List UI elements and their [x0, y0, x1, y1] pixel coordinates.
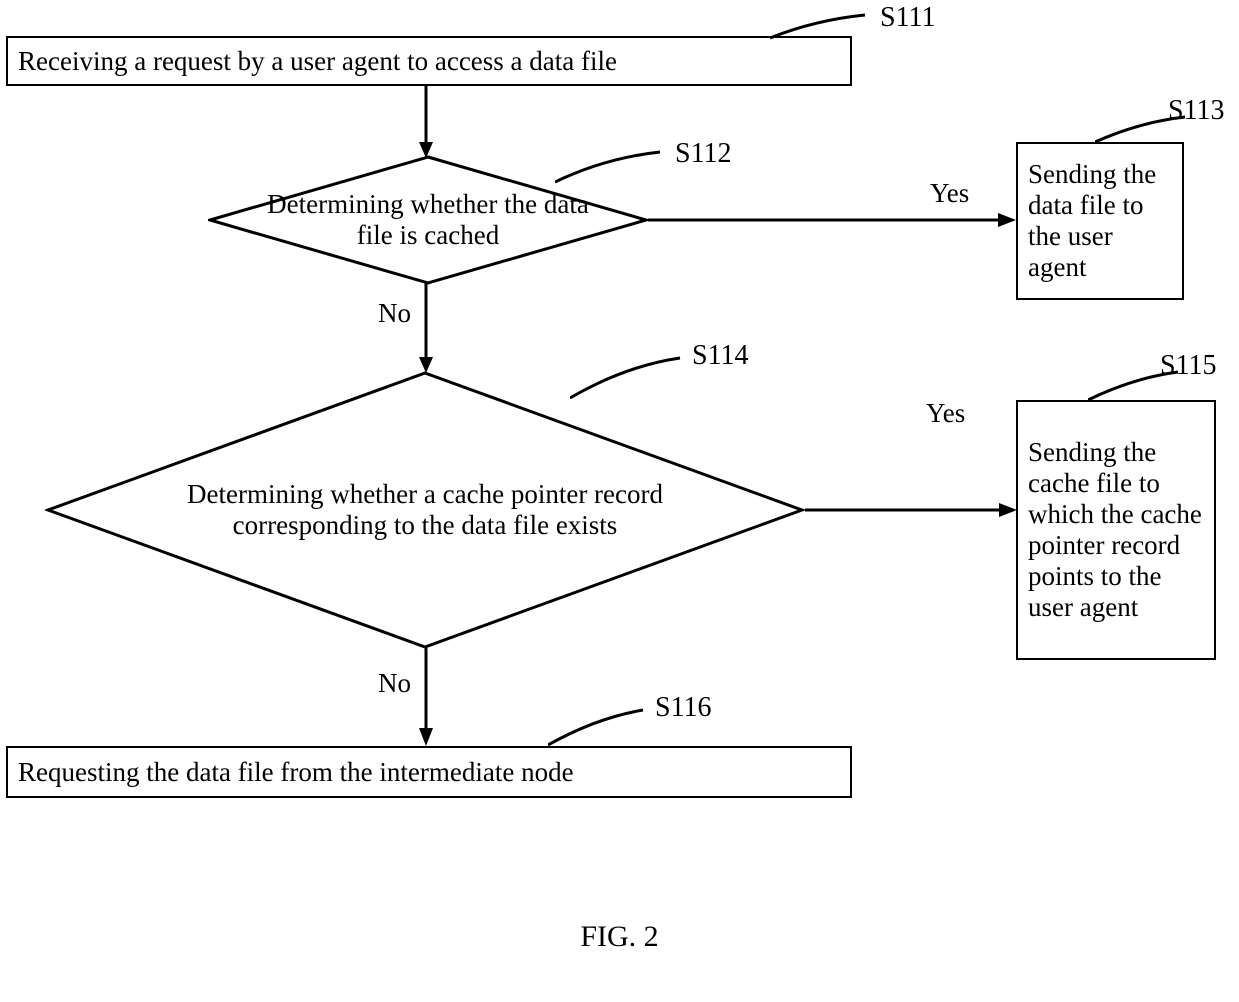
arrow-s112-s114	[416, 283, 436, 375]
step-s116-box: Requesting the data file from the interm…	[6, 746, 852, 798]
arrow-s112-s113	[648, 210, 1018, 230]
leader-s111	[770, 5, 870, 43]
leader-s112	[555, 140, 665, 190]
label-yes-s114: Yes	[926, 398, 965, 429]
arrow-s114-s115	[805, 500, 1020, 520]
leader-s114	[570, 346, 685, 406]
arrow-s114-s116	[416, 648, 436, 748]
step-s114-diamond: Determining whether a cache pointer reco…	[45, 370, 805, 650]
step-s113-num: S113	[1168, 95, 1225, 127]
step-s111-num: S111	[880, 2, 936, 34]
step-s112-num: S112	[675, 138, 732, 170]
step-s116-num: S116	[655, 692, 712, 724]
step-s116-text: Requesting the data file from the interm…	[18, 757, 574, 788]
leader-s116	[548, 700, 648, 750]
label-yes-s112: Yes	[930, 178, 969, 209]
step-s113-text: Sending the data file to the user agent	[1028, 159, 1172, 283]
step-s115-num: S115	[1160, 350, 1217, 382]
label-no-s112: No	[378, 298, 411, 329]
arrow-s111-s112	[416, 86, 436, 160]
step-s111-box: Receiving a request by a user agent to a…	[6, 36, 852, 86]
step-s115-text: Sending the cache file to which the cach…	[1028, 437, 1204, 623]
label-no-s114: No	[378, 668, 411, 699]
step-s113-box: Sending the data file to the user agent	[1016, 142, 1184, 300]
figure-label: FIG. 2	[580, 920, 658, 954]
step-s115-box: Sending the cache file to which the cach…	[1016, 400, 1216, 660]
step-s111-text: Receiving a request by a user agent to a…	[18, 46, 617, 77]
step-s114-num: S114	[692, 340, 749, 372]
